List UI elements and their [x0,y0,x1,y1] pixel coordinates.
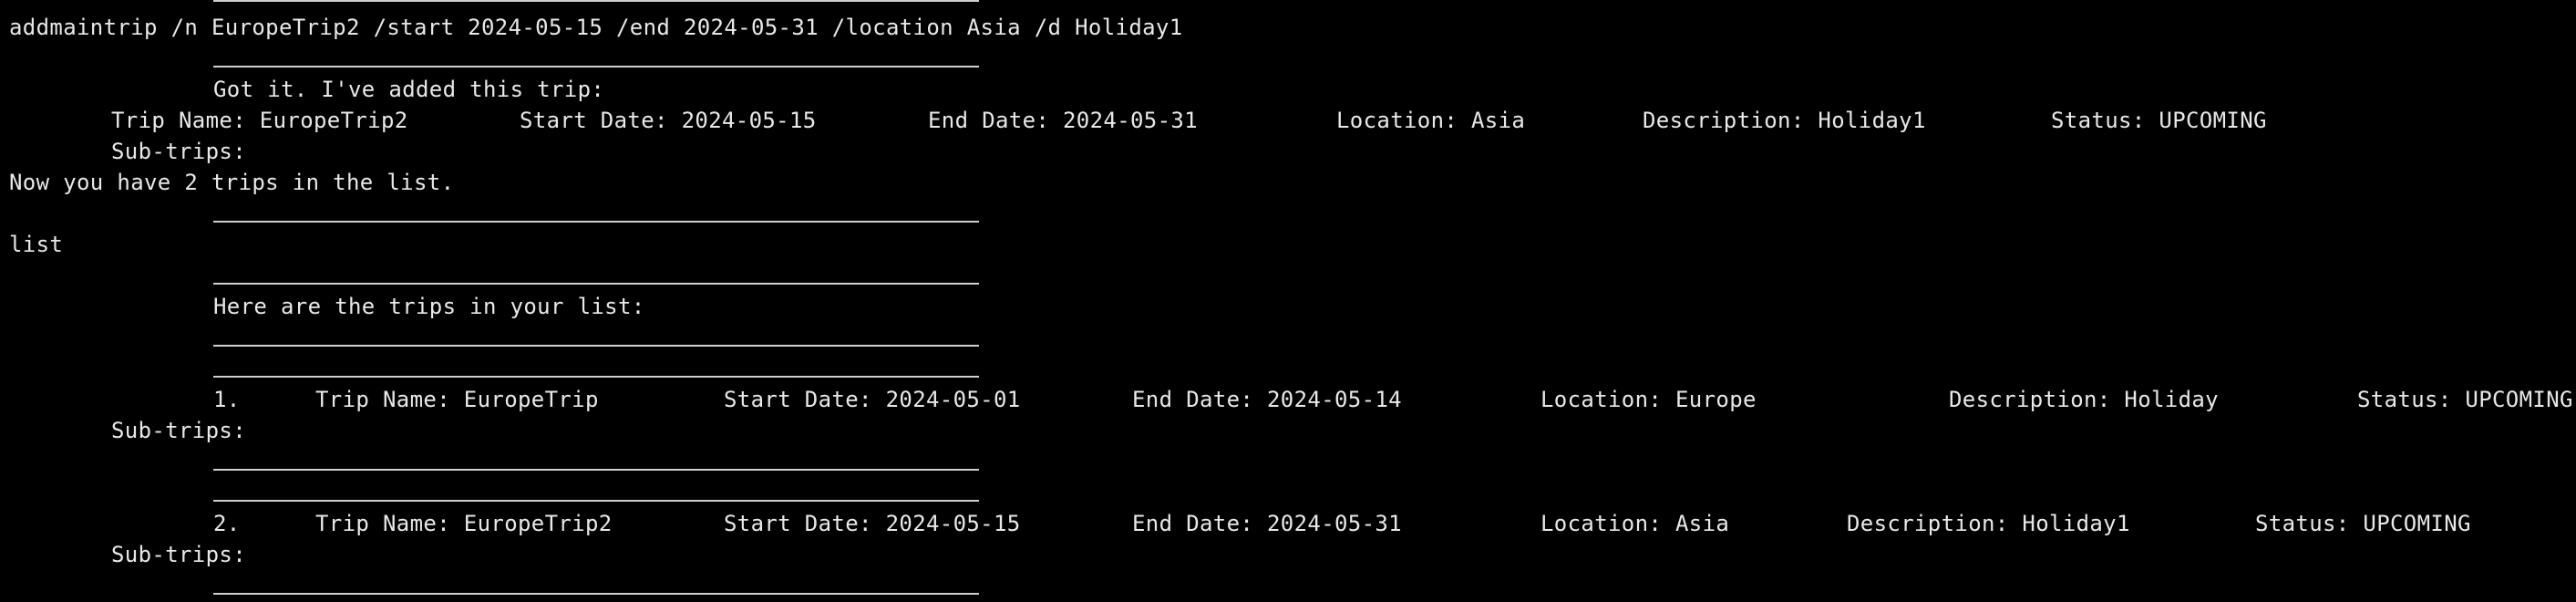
trip-location: Location: Asia [1540,511,1730,536]
trip-name: Trip Name: EuropeTrip2 [315,511,613,536]
trip-subtrips: Sub-trips: [111,418,246,443]
ack-message: Got it. I've added this trip: [213,77,605,102]
added-trip-end: End Date: 2024-05-31 [928,108,1198,133]
trip-index: 1. [213,387,241,412]
separator-line [213,345,979,347]
trip-end: End Date: 2024-05-31 [1132,511,1402,536]
list-header: Here are the trips in your list: [213,294,645,319]
separator-line [213,66,979,67]
trip-name: Trip Name: EuropeTrip [315,387,599,412]
added-trip-subtrips: Sub-trips: [111,139,246,164]
separator-line [213,593,979,595]
separator-line [213,500,979,502]
trip-description: Description: Holiday1 [1847,511,2130,536]
added-trip-location: Location: Asia [1336,108,1526,133]
terminal-window[interactable]: addmaintrip /n EuropeTrip2 /start 2024-0… [0,0,2576,602]
trip-end: End Date: 2024-05-14 [1132,387,1402,412]
trip-description: Description: Holiday [1949,387,2219,412]
separator-line [213,469,979,471]
added-trip-status: Status: UPCOMING [2051,108,2267,133]
trip-start: Start Date: 2024-05-01 [724,387,1021,412]
trip-status: Status: UPCOMING [2255,511,2471,536]
added-trip-description: Description: Holiday1 [1643,108,1926,133]
separator-line [213,0,979,2]
trip-status: Status: UPCOMING [2357,387,2573,412]
separator-line [213,221,979,223]
trip-location: Location: Europe [1540,387,1757,412]
separator-line [213,376,979,378]
command-addmaintrip: addmaintrip /n EuropeTrip2 /start 2024-0… [9,15,1183,40]
trip-start: Start Date: 2024-05-15 [724,511,1021,536]
separator-line [213,283,979,285]
trip-count-message: Now you have 2 trips in the list. [9,170,455,195]
added-trip-name: Trip Name: EuropeTrip2 [111,108,408,133]
trip-index: 2. [213,511,241,536]
trip-subtrips: Sub-trips: [111,542,246,567]
added-trip-start: Start Date: 2024-05-15 [520,108,817,133]
command-list: list [9,232,64,257]
